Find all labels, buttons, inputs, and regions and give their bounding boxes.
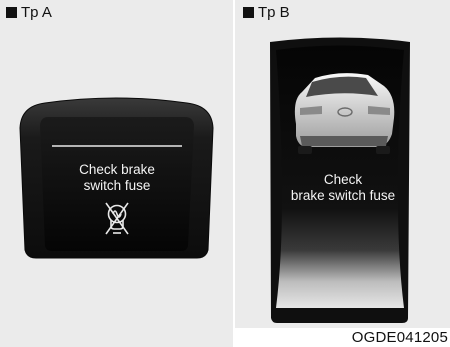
car-rear-view-image xyxy=(294,73,395,154)
type-b-message-line-2: brake switch fuse xyxy=(290,188,396,203)
type-b-message-line-1: Check xyxy=(323,172,363,187)
type-a-message-line-2: switch fuse xyxy=(83,178,151,193)
figure-code: OGDE041205 xyxy=(351,329,448,346)
type-a-message: Check brake switch fuse xyxy=(52,162,182,194)
type-b-message: Check brake switch fuse xyxy=(262,172,424,204)
type-a-message-line-1: Check brake xyxy=(79,162,155,177)
